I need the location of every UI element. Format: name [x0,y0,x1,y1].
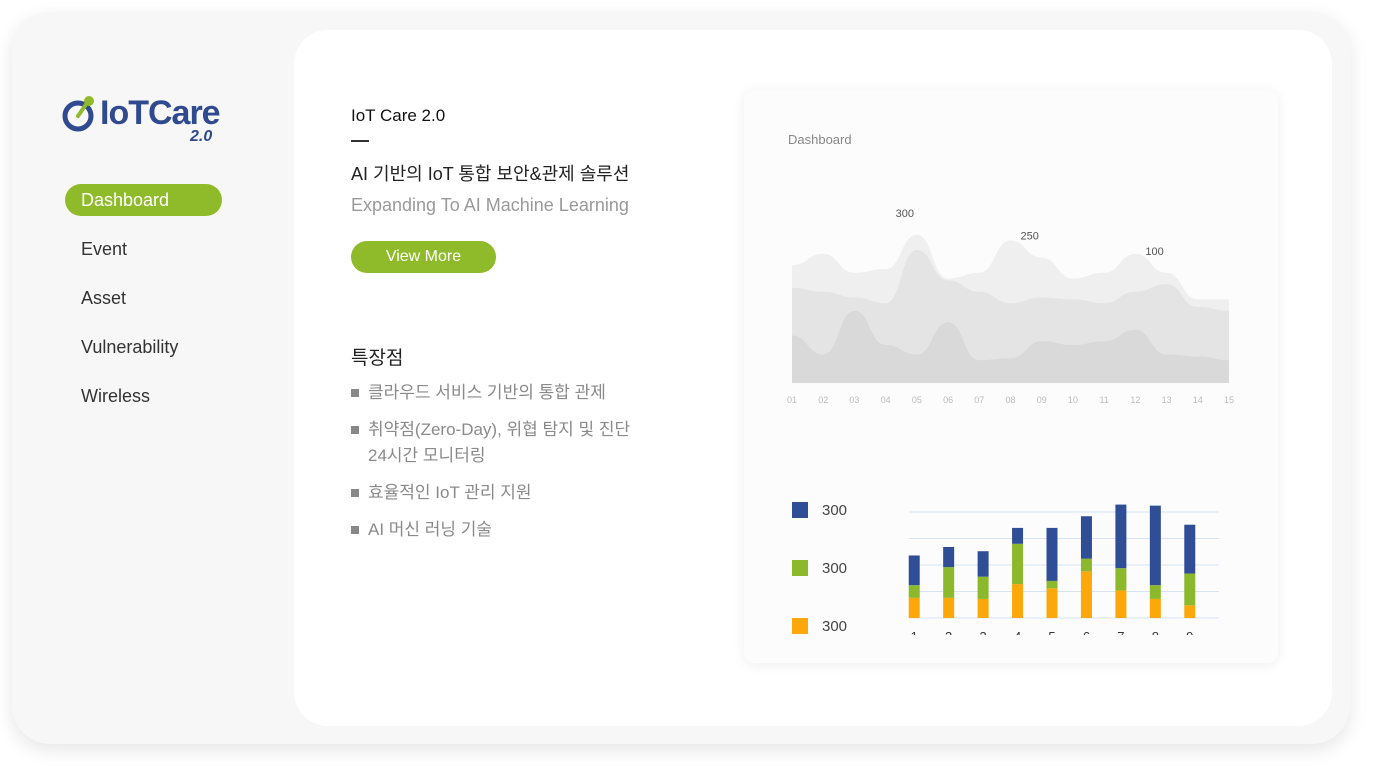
feature-item: AI 머신 러닝 기술 [351,517,651,543]
subline: Expanding To AI Machine Learning [351,195,629,215]
x-tick-label: 09 [1037,395,1047,405]
bar-category-label: 4 [1014,629,1021,635]
area-annotation: 300 [896,208,914,220]
bar-segment [1046,527,1058,581]
bar-category-label: 6 [1083,629,1090,635]
nav-item-wireless[interactable]: Wireless [65,380,225,412]
logo-mark-icon [62,96,94,132]
feature-item: 효율적인 IoT 관리 지원 [351,480,651,506]
legend-swatch [792,618,808,634]
bar-segment [1046,588,1058,618]
x-tick-label: 07 [974,395,984,405]
bar-segment [977,576,989,599]
sidebar: IoTCare 2.0 Dashboard Event Asset Vulner… [12,12,294,744]
bar-segment [908,597,920,618]
nav-item-dashboard[interactable]: Dashboard [65,184,222,216]
legend-label: 300 [822,560,847,577]
x-tick-label: 04 [881,395,891,405]
bar-segment [1080,558,1092,572]
area-annotation: 100 [1145,246,1163,258]
x-tick-label: 01 [787,395,797,405]
bar-segment [943,567,955,598]
x-tick-label: 05 [912,395,922,405]
x-tick-label: 11 [1099,395,1108,405]
x-tick-label: 08 [1005,395,1015,405]
x-tick-label: 02 [818,395,828,405]
dashboard-card: Dashboard 01 02 03 04 05 06 07 08 09 10 11 12 13 14 15… [744,90,1278,663]
features-list: 클라우드 서비스 기반의 통합 관제 취약점(Zero-Day), 위협 탐지 … [351,380,651,554]
bar-segment [1149,505,1161,586]
headline: AI 기반의 IoT 통합 보안&관제 솔루션 [351,164,630,184]
nav-item-asset[interactable]: Asset [65,282,225,314]
bar-segment [908,585,920,598]
bar-segment [1184,524,1196,574]
legend-swatch [792,560,808,576]
sidebar-nav: Dashboard Event Asset Vulnerability Wire… [65,184,225,429]
bar-segment [1184,573,1196,606]
bar-category-label: 8 [1152,629,1159,635]
nav-item-event[interactable]: Event [65,233,225,265]
bar-category-label: 3 [979,629,986,635]
legend-swatch [792,502,808,518]
bar-segment [1115,590,1127,618]
bar-segment [1115,504,1127,569]
bar-segment [943,597,955,618]
bar-segment [943,546,955,568]
bar-segment [977,598,989,618]
bar-segment [1080,516,1092,559]
bar-category-label: 7 [1117,629,1124,635]
bar-segment [1115,568,1127,591]
x-tick-label: 10 [1068,395,1078,405]
bar-segment [1046,580,1058,589]
x-tick-label: 12 [1130,395,1140,405]
bar-category-label: 9 [1186,629,1193,635]
bar-segment [1012,584,1024,618]
view-more-button[interactable]: View More [351,241,496,273]
x-tick-label: 15 [1224,395,1234,405]
bar-category-label: 5 [1048,629,1055,635]
title-divider [351,140,369,142]
app-frame: IoTCare 2.0 Dashboard Event Asset Vulner… [12,12,1350,744]
bar-segment [1080,571,1092,618]
bar-segment [1184,605,1196,618]
logo: IoTCare 2.0 [60,92,230,152]
area-chart: 01 02 03 04 05 06 07 08 09 10 11 12 13 14 15 300 250 100 [787,208,1234,405]
feature-item: 취약점(Zero-Day), 위협 탐지 및 진단 24시간 모니터링 [351,417,651,469]
features-title: 특장점 [351,348,404,369]
stacked-bar-chart: 1 2 3 4 5 6 7 8 9 300 300 300 [792,502,1219,635]
x-tick-label: 13 [1162,395,1172,405]
legend-label: 300 [822,618,847,635]
legend-label: 300 [822,502,847,519]
area-annotation: 250 [1021,231,1039,243]
bar-segment [1149,585,1161,599]
x-tick-label: 06 [943,395,953,405]
bar-segment [908,555,920,586]
main-panel: IoT Care 2.0 AI 기반의 IoT 통합 보안&관제 솔루션 Exp… [294,30,1332,726]
card-title: Dashboard [788,132,852,147]
x-tick-label: 03 [849,395,859,405]
bar-category-label: 2 [945,629,952,635]
bar-segment [977,551,989,577]
product-name: IoT Care 2.0 [351,106,446,125]
feature-item: 클라우드 서비스 기반의 통합 관제 [351,380,651,406]
bar-segment [1012,527,1024,544]
bar-segment [1012,543,1024,585]
bar-segment [1149,598,1161,618]
nav-item-vulnerability[interactable]: Vulnerability [65,331,225,363]
x-tick-label: 14 [1193,395,1203,405]
bar-category-label: 1 [911,629,918,635]
logo-version: 2.0 [190,128,213,145]
